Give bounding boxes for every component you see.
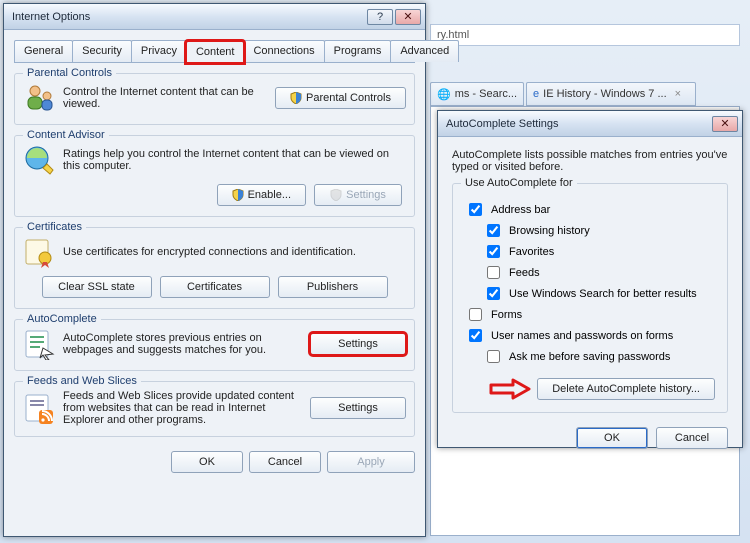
checkbox[interactable] bbox=[469, 308, 482, 321]
browser-tab[interactable]: 🌐 ms - Searc... bbox=[430, 82, 524, 106]
dialog-title: Internet Options bbox=[12, 11, 90, 23]
checkbox[interactable] bbox=[487, 266, 500, 279]
shield-icon bbox=[330, 189, 342, 201]
tab-connections[interactable]: Connections bbox=[243, 40, 324, 62]
ok-button[interactable]: OK bbox=[171, 451, 243, 473]
checkbox[interactable] bbox=[469, 329, 482, 342]
apply-button: Apply bbox=[327, 451, 415, 473]
legend: Content Advisor bbox=[23, 129, 109, 141]
browser-tab[interactable]: e IE History - Windows 7 ... × bbox=[526, 82, 696, 106]
check-browsing-history[interactable]: Browsing history bbox=[483, 221, 715, 240]
clear-ssl-button[interactable]: Clear SSL state bbox=[42, 276, 152, 298]
check-usernames-passwords[interactable]: User names and passwords on forms bbox=[465, 326, 715, 345]
group-content-advisor: Content Advisor Ratings help you control… bbox=[14, 135, 415, 217]
internet-options-dialog: Internet Options ? ✕ General Security Pr… bbox=[3, 3, 426, 537]
legend: Use AutoComplete for bbox=[461, 177, 577, 189]
feeds-desc: Feeds and Web Slices provide updated con… bbox=[63, 390, 302, 426]
check-windows-search[interactable]: Use Windows Search for better results bbox=[483, 284, 715, 303]
tab-label: ms - Searc... bbox=[455, 88, 517, 100]
close-button[interactable]: ✕ bbox=[395, 9, 421, 25]
legend: Feeds and Web Slices bbox=[23, 375, 141, 387]
dialog-footer: OK Cancel Apply bbox=[14, 451, 415, 473]
check-forms[interactable]: Forms bbox=[465, 305, 715, 324]
check-ask-before-save[interactable]: Ask me before saving passwords bbox=[483, 347, 715, 366]
shield-icon bbox=[232, 189, 244, 201]
titlebar[interactable]: AutoComplete Settings ✕ bbox=[438, 111, 742, 137]
enable-button[interactable]: Enable... bbox=[217, 184, 306, 206]
feeds-settings-button[interactable]: Settings bbox=[310, 397, 406, 419]
check-feeds[interactable]: Feeds bbox=[483, 263, 715, 282]
group-certificates: Certificates Use certificates for encryp… bbox=[14, 227, 415, 309]
intro-text: AutoComplete lists possible matches from… bbox=[452, 149, 728, 173]
cancel-button[interactable]: Cancel bbox=[656, 427, 728, 449]
tab-general[interactable]: General bbox=[14, 40, 73, 62]
tab-strip: General Security Privacy Content Connect… bbox=[14, 40, 415, 63]
shield-icon bbox=[290, 92, 302, 104]
legend: Certificates bbox=[23, 221, 86, 233]
group-feeds: Feeds and Web Slices Feeds and Web Slice… bbox=[14, 381, 415, 437]
parental-desc: Control the Internet content that can be… bbox=[63, 86, 267, 110]
autocomplete-settings-dialog: AutoComplete Settings ✕ AutoComplete lis… bbox=[437, 110, 743, 448]
autocomplete-settings-button[interactable]: Settings bbox=[310, 333, 406, 355]
certificates-button[interactable]: Certificates bbox=[160, 276, 270, 298]
legend: AutoComplete bbox=[23, 313, 101, 325]
autocomplete-desc: AutoComplete stores previous entries on … bbox=[63, 332, 302, 356]
tab-label: IE History - Windows 7 ... bbox=[543, 88, 666, 100]
legend: Parental Controls bbox=[23, 67, 116, 79]
titlebar[interactable]: Internet Options ? ✕ bbox=[4, 4, 425, 30]
dialog-title: AutoComplete Settings bbox=[446, 118, 559, 130]
delete-autocomplete-history-button[interactable]: Delete AutoComplete history... bbox=[537, 378, 715, 400]
checkbox[interactable] bbox=[487, 287, 500, 300]
advisor-icon bbox=[23, 144, 55, 176]
advisor-desc: Ratings help you control the Internet co… bbox=[63, 148, 406, 172]
group-parental: Parental Controls Control the Internet c… bbox=[14, 73, 415, 125]
tab-security[interactable]: Security bbox=[72, 40, 132, 62]
tab-content[interactable]: Content bbox=[186, 41, 245, 63]
checkbox[interactable] bbox=[487, 350, 500, 363]
help-button[interactable]: ? bbox=[367, 9, 393, 25]
checkbox[interactable] bbox=[487, 245, 500, 258]
close-button[interactable]: ✕ bbox=[712, 116, 738, 132]
red-arrow-icon bbox=[489, 378, 531, 400]
use-autocomplete-group: Use AutoComplete for Address bar Browsin… bbox=[452, 183, 728, 413]
address-bar-fragment: ry.html bbox=[430, 24, 740, 46]
group-autocomplete: AutoComplete AutoComplete stores previou… bbox=[14, 319, 415, 371]
checkbox[interactable] bbox=[487, 224, 500, 237]
certs-desc: Use certificates for encrypted connectio… bbox=[63, 246, 406, 258]
parental-icon bbox=[23, 82, 55, 114]
ok-button[interactable]: OK bbox=[576, 427, 648, 449]
dialog-footer: OK Cancel bbox=[452, 427, 728, 449]
browser-tabs: 🌐 ms - Searc... e IE History - Windows 7… bbox=[430, 82, 740, 106]
check-address-bar[interactable]: Address bar bbox=[465, 200, 715, 219]
ie-icon: e bbox=[533, 88, 539, 100]
tab-programs[interactable]: Programs bbox=[324, 40, 392, 62]
checkbox[interactable] bbox=[469, 203, 482, 216]
check-favorites[interactable]: Favorites bbox=[483, 242, 715, 261]
parental-controls-button[interactable]: Parental Controls bbox=[275, 87, 406, 109]
globe-icon: 🌐 bbox=[437, 88, 451, 101]
tab-privacy[interactable]: Privacy bbox=[131, 40, 187, 62]
close-icon[interactable]: × bbox=[675, 88, 681, 100]
autocomplete-icon bbox=[23, 328, 55, 360]
publishers-button[interactable]: Publishers bbox=[278, 276, 388, 298]
certificate-icon bbox=[23, 236, 55, 268]
feeds-icon bbox=[23, 392, 55, 424]
tab-advanced[interactable]: Advanced bbox=[390, 40, 459, 62]
advisor-settings-button: Settings bbox=[314, 184, 402, 206]
cancel-button[interactable]: Cancel bbox=[249, 451, 321, 473]
